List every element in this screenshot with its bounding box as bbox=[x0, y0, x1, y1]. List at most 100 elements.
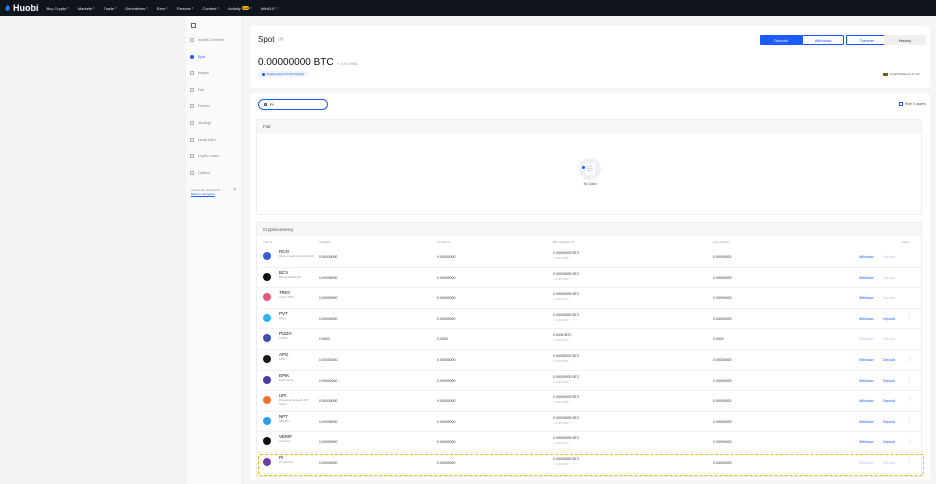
nav-item-label: Derivatives bbox=[125, 5, 146, 11]
nav-item-activity[interactable]: Activity new ▾ bbox=[228, 6, 252, 11]
withdraw-link[interactable]: Withdraw bbox=[859, 420, 874, 424]
old-layout-note: How is the old layout? ✕ Back to old lay… bbox=[191, 188, 239, 197]
coin-name: APG bbox=[279, 357, 286, 361]
sidebar-item-futures[interactable]: Futures bbox=[190, 101, 240, 111]
deposit-link[interactable]: Deposit bbox=[883, 379, 895, 383]
no-data-icon bbox=[579, 158, 601, 180]
deposit-link[interactable]: Deposit bbox=[883, 296, 895, 300]
table-row: EPIK Epik Prime 0.00000000 0.00000000 0.0000… bbox=[257, 371, 923, 392]
nav-item-label: Buy Crypto bbox=[46, 5, 67, 11]
sidebar-item-margin[interactable]: Margin bbox=[190, 68, 240, 78]
withdraw-link[interactable]: Withdraw bbox=[859, 296, 874, 300]
more-options-icon[interactable]: ⋮ bbox=[907, 438, 912, 444]
enable-profit-analysis-button[interactable]: Enable Asset Profit Analysis bbox=[258, 71, 309, 77]
no-data-label: No Data bbox=[583, 182, 597, 186]
no-data: No Data bbox=[577, 158, 603, 186]
sidebar-item-options[interactable]: Options bbox=[190, 168, 240, 178]
coin-logo-icon bbox=[263, 396, 271, 405]
withdraw-link[interactable]: Withdraw bbox=[859, 379, 874, 383]
nav-item-derivatives[interactable]: Derivatives ▾ bbox=[125, 6, 147, 11]
sidebar-item-fiat[interactable]: Fiat bbox=[190, 85, 240, 95]
available-value: 0.00000000 bbox=[319, 378, 338, 383]
more-options-icon[interactable]: ⋮ bbox=[907, 356, 912, 362]
nav-item-content[interactable]: Content ▾ bbox=[202, 6, 219, 11]
nav-item-markets[interactable]: Markets ▾ bbox=[78, 6, 95, 11]
withdraw-link[interactable]: Withdraw bbox=[859, 399, 874, 403]
deposit-link[interactable]: Deposit bbox=[883, 358, 895, 362]
nav-item-trade[interactable]: Trade ▾ bbox=[104, 6, 117, 11]
deposit-button[interactable]: Deposit bbox=[760, 35, 802, 45]
col-btc-valuation[interactable]: BTC Valuation ⇅ bbox=[553, 240, 574, 244]
coin-logo-icon bbox=[263, 313, 271, 322]
back-to-old-layout-link[interactable]: Back to old layout bbox=[191, 192, 239, 196]
btc-value: 0.0000 BTC bbox=[553, 333, 572, 338]
history-button[interactable]: History bbox=[884, 35, 926, 45]
huobi-logo[interactable]: Huobi bbox=[4, 3, 39, 13]
sidebar-item-strategy[interactable]: Strategy bbox=[190, 118, 240, 128]
available-value: 0.00000000 bbox=[319, 316, 338, 321]
hide-zero-checkbox[interactable] bbox=[898, 102, 903, 106]
collapse-sidebar-icon[interactable] bbox=[191, 23, 196, 28]
withdraw-link[interactable]: Withdraw bbox=[859, 358, 874, 362]
sidebar-item-label: Futures bbox=[198, 104, 210, 109]
available-value: 0.00000000 bbox=[319, 399, 338, 404]
deposit-link[interactable]: Deposit bbox=[883, 440, 895, 444]
more-options-icon[interactable]: ⋮ bbox=[907, 397, 912, 403]
nav-item-web3-0[interactable]: Web3.0 ▾ bbox=[261, 6, 277, 11]
withdraw-link[interactable]: Withdraw bbox=[859, 276, 874, 280]
available-value: 0.00000000 bbox=[319, 255, 338, 259]
transfer-button[interactable]: Transfer bbox=[846, 35, 888, 45]
small-balances-link[interactable]: Small Balances for HT bbox=[883, 72, 920, 76]
withdraw-link[interactable]: Withdraw bbox=[859, 317, 874, 321]
table-row: RCN Ripio Credit Network RCN 0.00000000 0.0… bbox=[257, 247, 923, 268]
sidebar-item-icon bbox=[190, 137, 194, 142]
table-row: PIZZA PIZZA 0.0000 0.0000 0.0000 BTC ≈ 0.00 V… bbox=[257, 329, 923, 350]
search-input[interactable] bbox=[270, 102, 320, 107]
deposit-link[interactable]: Deposit bbox=[883, 255, 895, 259]
nav-item-label: Markets bbox=[77, 5, 93, 11]
fiat-value: ≈ 0.00 VND bbox=[553, 297, 569, 302]
table-row: NPT NEOPin 0.00000000 0.00000000 0.00000000 … bbox=[257, 412, 923, 433]
nav-item-finance[interactable]: Finance ▾ bbox=[177, 6, 194, 11]
sidebar-item-spot[interactable]: Spot bbox=[190, 52, 240, 62]
more-options-icon[interactable]: ⋮ bbox=[907, 377, 912, 383]
col-coin[interactable]: Coin ⇅ bbox=[263, 240, 272, 244]
col-available: Available bbox=[319, 240, 331, 244]
hide-zero-toggle[interactable]: Hide 0 assets bbox=[898, 102, 926, 106]
withdraw-link[interactable]: Withdraw bbox=[859, 255, 874, 259]
on-orders-value: 0.00000000 bbox=[437, 255, 456, 259]
deposit-link[interactable]: Deposit bbox=[883, 317, 895, 321]
on-orders-value: 0.00000000 bbox=[437, 419, 456, 424]
coin-name: NEOPin bbox=[279, 418, 290, 423]
chevron-down-icon: ▾ bbox=[250, 6, 252, 10]
coin-name: Tripio TRIO bbox=[279, 295, 295, 300]
nav-item-label: Trade bbox=[103, 5, 114, 11]
deposit-link[interactable]: Deposit bbox=[883, 399, 895, 403]
more-options-icon[interactable]: ⋮ bbox=[907, 418, 912, 424]
sidebar-item-label: Assets Overview bbox=[198, 38, 225, 42]
eye-icon[interactable]: 👁 bbox=[278, 38, 285, 41]
btc-value: 0.00000000 BTC bbox=[553, 312, 580, 317]
sidebar-item-label: Margin bbox=[198, 71, 209, 76]
deposit-link[interactable]: Deposit bbox=[883, 337, 895, 341]
sidebar-item-crypto-loans[interactable]: Crypto Loans bbox=[190, 151, 240, 161]
coin-logo-icon bbox=[263, 375, 271, 384]
withdraw-link[interactable]: Withdraw bbox=[859, 337, 874, 341]
withdraw-link[interactable]: Withdraw bbox=[859, 440, 874, 444]
lock-position-value: 0.00000000 bbox=[713, 358, 732, 362]
page-title-text: Spot bbox=[258, 35, 275, 44]
sidebar-item-assets-overview[interactable]: Assets Overview bbox=[190, 35, 240, 45]
coin-name: Pawtocol Network UPI Token bbox=[279, 398, 309, 406]
available-value: 0.00000000 bbox=[319, 275, 338, 280]
fiat-section: Fiat No Data bbox=[256, 119, 922, 215]
search-box[interactable] bbox=[258, 99, 328, 110]
close-icon[interactable]: ✕ bbox=[233, 188, 237, 193]
nav-item-earn[interactable]: Earn ▾ bbox=[157, 6, 168, 11]
sidebar-item-huobi-earn[interactable]: Huobi Earn bbox=[190, 135, 240, 145]
deposit-link[interactable]: Deposit bbox=[883, 420, 895, 424]
deposit-link[interactable]: Deposit bbox=[883, 276, 895, 280]
more-options-icon[interactable]: ⋮ bbox=[907, 315, 912, 321]
nav-item-buy-crypto[interactable]: Buy Crypto ▾ bbox=[47, 6, 69, 11]
withdraw-button[interactable]: Withdraw bbox=[802, 35, 844, 45]
available-value: 0.00000000 bbox=[319, 440, 338, 445]
